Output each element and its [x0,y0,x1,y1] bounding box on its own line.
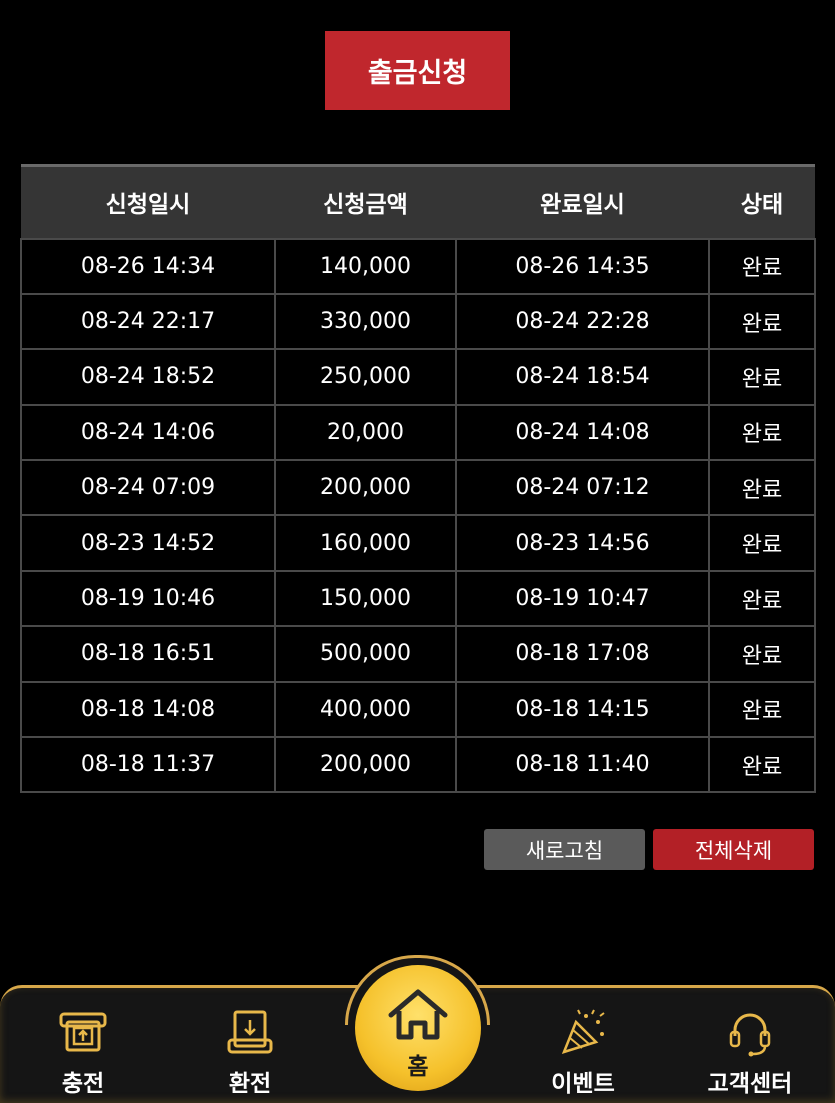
cell-request-amount: 330,000 [274,292,457,351]
delete-all-button[interactable]: 전체삭제 [653,829,814,870]
cell-status: 완료 [708,403,816,462]
withdraw-history-page: 출금신청 신청일시 신청금액 완료일시 상태 08-26 14:34 140,00… [0,0,835,1103]
cell-status: 완료 [708,736,816,794]
column-header-request-amount: 신청금액 [275,164,456,239]
home-icon [388,989,448,1040]
cell-complete-time: 08-19 10:47 [455,569,710,628]
cell-status: 완료 [708,348,816,406]
nav-item-exchange[interactable]: 환전 [185,988,315,1103]
cell-complete-time: 08-18 17:08 [455,625,710,683]
refresh-button[interactable]: 새로고침 [484,829,645,870]
nav-item-event[interactable]: 이벤트 [518,988,648,1103]
table-row: 08-24 07:09 200,000 08-24 07:12 완료 [20,459,816,517]
cell-request-amount: 250,000 [274,348,457,406]
cell-complete-time: 08-24 07:12 [455,459,710,517]
table-row: 08-18 16:51 500,000 08-18 17:08 완료 [20,625,816,683]
nav-label-support: 고객센터 [707,1071,793,1097]
cell-request-time: 08-18 14:08 [20,680,276,739]
cell-request-amount: 20,000 [274,403,457,462]
withdraw-history-table: 신청일시 신청금액 완료일시 상태 08-26 14:34 140,000 08-2… [20,164,816,794]
cell-status: 완료 [708,292,816,351]
table-row: 08-18 11:37 200,000 08-18 11:40 완료 [20,736,816,794]
table-row: 08-24 22:17 330,000 08-24 22:28 완료 [20,292,816,351]
cell-request-time: 08-26 14:34 [20,237,276,295]
nav-item-home[interactable]: 홈 [355,965,481,1091]
action-buttons: 새로고침 전체삭제 [484,829,814,870]
cell-request-time: 08-18 16:51 [20,625,276,683]
party-icon [561,1009,605,1054]
table-row: 08-26 14:34 140,000 08-26 14:35 완료 [20,237,816,295]
table-body: 08-26 14:34 140,000 08-26 14:35 완료 08-24 22:… [20,237,816,794]
withdraw-request-button[interactable]: 출금신청 [325,31,510,110]
table-row: 08-24 18:52 250,000 08-24 18:54 완료 [20,348,816,406]
cell-request-time: 08-24 18:52 [20,348,276,406]
cell-status: 완료 [708,625,816,683]
cell-complete-time: 08-24 14:08 [455,403,710,462]
cell-request-amount: 200,000 [274,459,457,517]
table-row: 08-23 14:52 160,000 08-23 14:56 완료 [20,514,816,572]
table-row: 08-24 14:06 20,000 08-24 14:08 완료 [20,403,816,462]
cell-status: 완료 [708,569,816,628]
cell-request-amount: 200,000 [274,736,457,794]
nav-item-charge[interactable]: 충전 [18,988,148,1103]
cell-complete-time: 08-18 14:15 [455,680,710,739]
cell-request-time: 08-24 22:17 [20,292,276,351]
nav-item-support[interactable]: 고객센터 [685,988,815,1103]
nav-label-event: 이벤트 [551,1071,615,1097]
cell-complete-time: 08-24 22:28 [455,292,710,351]
cell-request-time: 08-19 10:46 [20,569,276,628]
nav-label-exchange: 환전 [228,1071,272,1097]
cell-request-time: 08-24 14:06 [20,403,276,462]
column-header-status: 상태 [709,164,815,239]
cell-request-time: 08-18 11:37 [20,736,276,794]
cell-request-amount: 500,000 [274,625,457,683]
table-row: 08-19 10:46 150,000 08-19 10:47 완료 [20,569,816,628]
cell-complete-time: 08-23 14:56 [455,514,710,572]
cell-request-time: 08-23 14:52 [20,514,276,572]
cell-request-amount: 400,000 [274,680,457,739]
table-row: 08-18 14:08 400,000 08-18 14:15 완료 [20,680,816,739]
withdraw-icon [227,1010,273,1054]
cell-request-amount: 160,000 [274,514,457,572]
cell-request-amount: 140,000 [274,237,457,295]
nav-label-home: 홈 [407,1054,429,1080]
cell-request-amount: 150,000 [274,569,457,628]
cell-complete-time: 08-24 18:54 [455,348,710,406]
cell-status: 완료 [708,514,816,572]
deposit-icon [59,1012,107,1052]
table-header-row: 신청일시 신청금액 완료일시 상태 [21,164,815,239]
cell-complete-time: 08-26 14:35 [455,237,710,295]
headset-icon [729,1013,771,1057]
cell-status: 완료 [708,680,816,739]
column-header-request-time: 신청일시 [21,164,275,239]
cell-status: 완료 [708,459,816,517]
column-header-complete-time: 완료일시 [456,164,709,239]
cell-status: 완료 [708,237,816,295]
cell-complete-time: 08-18 11:40 [455,736,710,794]
cell-request-time: 08-24 07:09 [20,459,276,517]
nav-label-charge: 충전 [61,1071,105,1097]
